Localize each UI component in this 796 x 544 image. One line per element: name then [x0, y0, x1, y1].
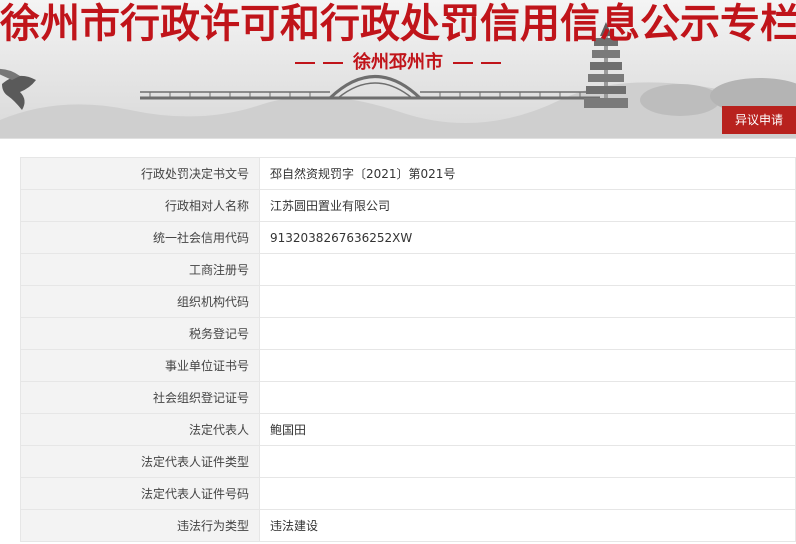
field-label: 事业单位证书号: [20, 349, 260, 382]
table-row: 社会组织登记证号: [20, 381, 796, 414]
field-label: 行政相对人名称: [20, 189, 260, 222]
table-row: 工商注册号: [20, 253, 796, 286]
record-panel: 行政处罚决定书文号 邳自然资规罚字〔2021〕第021号 行政相对人名称 江苏圆田置业…: [0, 138, 796, 544]
field-value: 邳自然资规罚字〔2021〕第021号: [259, 157, 796, 190]
field-value: [259, 477, 796, 510]
divider: [322, 62, 343, 64]
field-label: 统一社会信用代码: [20, 221, 260, 254]
field-value: 913203826763625​2XW: [259, 221, 796, 254]
page-title: 徐州市行政许可和行政处罚信用信息公示专栏: [0, 1, 796, 47]
objection-application-button[interactable]: 异议申请: [722, 106, 796, 134]
field-value: 江苏圆田置业有限公司: [259, 189, 796, 222]
table-row: 税务登记号: [20, 317, 796, 350]
penalty-info-table: 行政处罚决定书文号 邳自然资规罚字〔2021〕第021号 行政相对人名称 江苏圆田置业…: [20, 157, 796, 542]
field-label: 组织机构代码: [20, 285, 260, 318]
table-row: 统一社会信用代码 913203826763625​2XW: [20, 221, 796, 254]
field-label: 违法行为类型: [20, 509, 260, 542]
field-label: 法定代表人证件号码: [20, 477, 260, 510]
field-value: [259, 381, 796, 414]
field-value: [259, 285, 796, 318]
table-row: 法定代表人证件类型: [20, 445, 796, 478]
field-label: 社会组织登记证号: [20, 381, 260, 414]
field-label: 工商注册号: [20, 253, 260, 286]
table-row: 行政处罚决定书文号 邳自然资规罚字〔2021〕第021号: [20, 157, 796, 190]
header-banner: 徐州市行政许可和行政处罚信用信息公示专栏 徐州邳州市 异议申请: [0, 0, 796, 138]
divider: [294, 62, 315, 64]
region-name: 徐州邳州市: [353, 52, 443, 73]
field-value: [259, 317, 796, 350]
bridge-icon: [140, 75, 600, 100]
divider: [453, 62, 474, 64]
field-label: 行政处罚决定书文号: [20, 157, 260, 190]
field-value: 违法建设: [259, 509, 796, 542]
table-row: 违法行为类型 违法建设: [20, 509, 796, 542]
table-row: 组织机构代码: [20, 285, 796, 318]
field-value: [259, 253, 796, 286]
region-subtitle: 徐州邳州市: [0, 50, 796, 76]
table-row: 事业单位证书号: [20, 349, 796, 382]
field-label: 法定代表人证件类型: [20, 445, 260, 478]
field-value: [259, 349, 796, 382]
divider: [481, 62, 502, 64]
table-row: 行政相对人名称 江苏圆田置业有限公司: [20, 189, 796, 222]
field-value: [259, 445, 796, 478]
field-label: 税务登记号: [20, 317, 260, 350]
table-row: 法定代表人 鲍国田: [20, 413, 796, 446]
table-row: 法定代表人证件号码: [20, 477, 796, 510]
field-label: 法定代表人: [20, 413, 260, 446]
field-value: 鲍国田: [259, 413, 796, 446]
